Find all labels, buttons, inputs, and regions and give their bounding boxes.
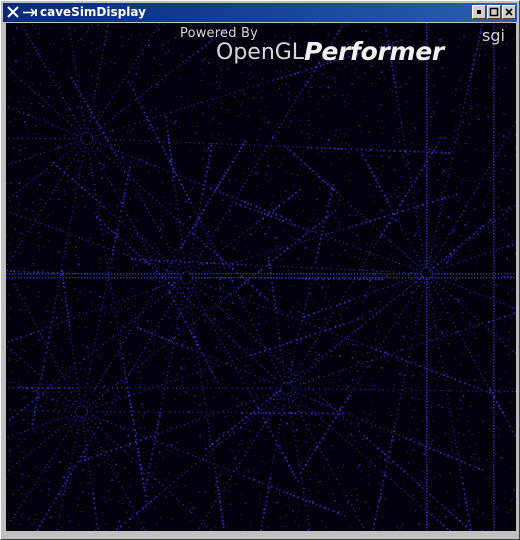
point-cloud-scene [6,23,516,531]
powered-by-label: Powered By [180,26,259,41]
title-bar[interactable]: caveSimDisplay [3,3,517,22]
window-menu-icon[interactable] [22,7,38,18]
performer-logo-text: Performer [304,37,444,66]
window-bottom-border [3,533,517,537]
app-window: caveSimDisplay Powered By OpenGL Perform… [0,0,520,540]
maximize-button[interactable] [487,5,501,19]
minimize-button[interactable] [472,5,486,19]
opengl-render-viewport[interactable]: Powered By OpenGL Performer sgi [6,23,516,531]
close-button[interactable] [502,5,516,19]
maximize-icon [489,7,499,17]
close-icon [505,8,513,16]
sgi-logo: sgi [482,26,505,45]
x-icon[interactable] [6,5,20,19]
opengl-logo-text: OpenGL [216,40,305,65]
window-title: caveSimDisplay [40,5,146,19]
minimize-icon [477,10,481,14]
